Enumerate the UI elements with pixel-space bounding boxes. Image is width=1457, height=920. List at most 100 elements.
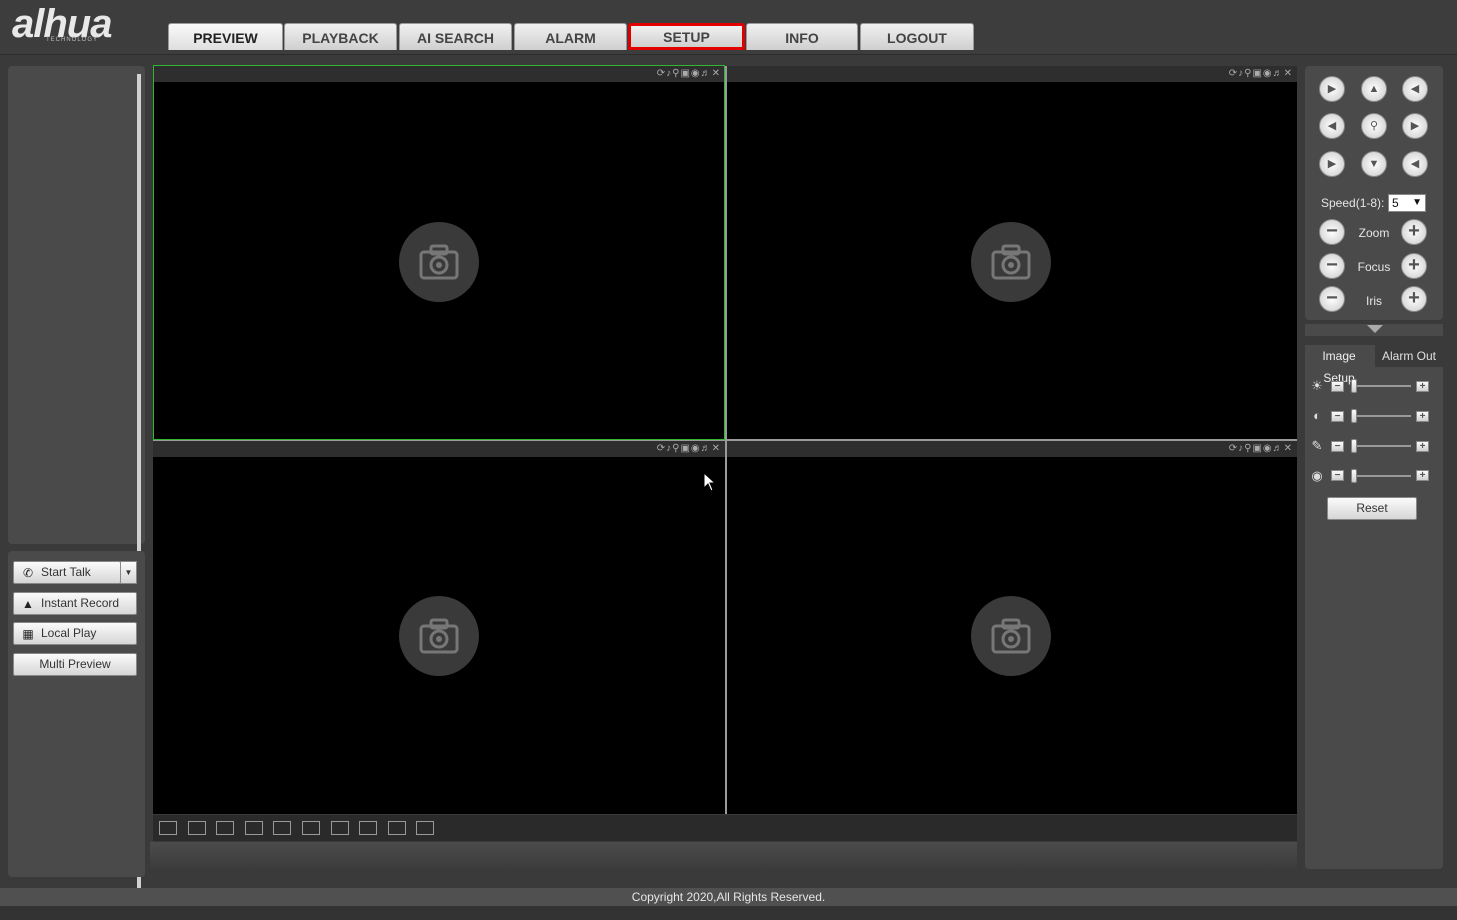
brightness-track[interactable] [1353,385,1411,387]
iris-minus-button[interactable]: − [1319,286,1345,312]
ptz-left-button[interactable]: ◀ [1319,113,1345,139]
logo-subtext: TECHNOLOGY [46,37,99,43]
hue-track[interactable] [1353,475,1411,477]
tab-playback[interactable]: PLAYBACK [284,23,397,50]
tab-setup[interactable]: SETUP [628,23,745,50]
iris-label: Iris [1366,294,1382,308]
local-play-button[interactable]: ▦ Local Play [13,622,137,645]
contrast-track[interactable] [1353,415,1411,417]
layout-quad-button[interactable] [331,821,349,835]
camera-icon [971,596,1051,676]
pane-3-toolbar: ⟳♪⚲▣◉♬✕ [153,441,725,457]
tab-logout[interactable]: LOGOUT [860,23,974,50]
brightness-minus-button[interactable]: − [1331,381,1344,392]
hue-minus-button[interactable]: − [1331,470,1344,481]
speed-select[interactable]: 5 ▼ [1388,194,1426,212]
channel-list-panel [8,66,145,544]
chevron-down-icon: ▼ [124,568,133,577]
zoom-box-icon: ⚲ [1369,120,1379,132]
hue-thumb[interactable] [1351,469,1357,483]
tab-image-setup[interactable]: Image Setup [1305,345,1373,385]
tab-alarm-out[interactable]: Alarm Out [1375,345,1443,367]
tab-info[interactable]: INFO [746,23,858,50]
pane-2-toolbar: ⟳♪⚲▣◉♬✕ [727,66,1297,82]
warning-icon: ▲ [22,597,34,611]
multi-preview-button[interactable]: Multi Preview [13,653,137,676]
video-pane-3[interactable] [153,457,725,814]
mouse-cursor-icon [703,472,717,492]
instant-record-label: Instant Record [41,596,120,610]
hue-plus-button[interactable]: + [1416,470,1429,481]
instant-record-button[interactable]: ▲ Instant Record [13,592,137,615]
video-pane-2[interactable] [727,82,1297,439]
layout-six-button[interactable] [359,821,377,835]
speed-value: 5 [1392,196,1399,210]
pane-4-tools[interactable]: ⟳♪⚲▣◉♬✕ [1229,443,1293,454]
ptz-right-button[interactable]: ▶ [1402,113,1428,139]
chevron-down-icon: ▼ [1412,197,1422,208]
saturation-icon: ✎ [1311,438,1323,453]
brightness-plus-button[interactable]: + [1416,381,1429,392]
ptz-panel [1305,66,1443,320]
brightness-thumb[interactable] [1351,379,1357,393]
selected-pane-border [153,65,725,440]
contrast-minus-button[interactable]: − [1331,411,1344,422]
ptz-up-left-button[interactable]: ▶ [1319,76,1345,102]
dahua-logo: alhua TECHNOLOGY [12,2,152,50]
focus-plus-button[interactable]: + [1401,253,1427,279]
ptz-down-left-button[interactable]: ▶ [1319,151,1345,177]
saturation-track[interactable] [1353,445,1411,447]
phone-icon: ✆ [22,566,34,580]
ptz-down-right-button[interactable]: ◀ [1402,151,1428,177]
pane-3-tools[interactable]: ⟳♪⚲▣◉♬✕ [657,443,721,454]
camera-icon [971,222,1051,302]
reset-button[interactable]: Reset [1327,497,1417,520]
video-pane-4[interactable] [727,457,1297,814]
layout-eight-button[interactable] [388,821,406,835]
pane-2-tools[interactable]: ⟳♪⚲▣◉♬✕ [1229,68,1293,79]
saturation-minus-button[interactable]: − [1331,441,1344,452]
start-talk-button[interactable]: ✆ Start Talk [13,561,121,584]
pane-4-toolbar: ⟳♪⚲▣◉♬✕ [727,441,1297,457]
film-icon: ▦ [22,627,34,641]
brightness-icon: ☀ [1311,378,1323,393]
fullscreen-button[interactable] [245,821,263,835]
ptz-up-button[interactable]: ▲ [1361,76,1387,102]
saturation-thumb[interactable] [1351,439,1357,453]
contrast-icon: ◐ [1313,408,1321,423]
saturation-plus-button[interactable]: + [1416,441,1429,452]
start-talk-label: Start Talk [41,565,91,579]
layout-button-5[interactable] [273,821,291,835]
ptz-down-button[interactable]: ▼ [1361,151,1387,177]
collapse-arrow-icon [1367,325,1383,333]
contrast-thumb[interactable] [1351,409,1357,423]
camera-icon [399,596,479,676]
footer-copyright: Copyright 2020,All Rights Reserved. [0,888,1457,906]
contrast-plus-button[interactable]: + [1416,411,1429,422]
zoom-in-button[interactable]: + [1401,219,1427,245]
layout-nine-button[interactable] [416,821,434,835]
layout-toolbar [153,815,1297,841]
layout-single-button[interactable] [302,821,320,835]
tab-alarm[interactable]: ALARM [514,23,627,50]
ptz-center-button[interactable]: ⚲ [1361,113,1387,139]
hue-icon: ◉ [1311,468,1323,483]
focus-minus-button[interactable]: − [1319,253,1345,279]
speed-label: Speed(1-8): [1321,196,1385,210]
zoom-out-button[interactable]: − [1319,219,1345,245]
tab-ai-search[interactable]: AI SEARCH [399,23,512,50]
tab-preview[interactable]: PREVIEW [168,23,283,50]
local-play-label: Local Play [41,626,97,640]
layout-button-3[interactable] [216,821,234,835]
ptz-up-right-button[interactable]: ◀ [1402,76,1428,102]
focus-label: Focus [1357,260,1391,274]
iris-plus-button[interactable]: + [1401,286,1427,312]
layout-button-2[interactable] [188,821,206,835]
status-strip [150,842,1297,868]
image-setup-panel [1305,345,1443,869]
multi-preview-label: Multi Preview [39,657,111,671]
zoom-label: Zoom [1358,226,1390,240]
start-talk-dropdown[interactable]: ▼ [120,561,137,584]
layout-button-1[interactable] [159,821,177,835]
ptz-collapse-toggle[interactable] [1305,324,1443,336]
